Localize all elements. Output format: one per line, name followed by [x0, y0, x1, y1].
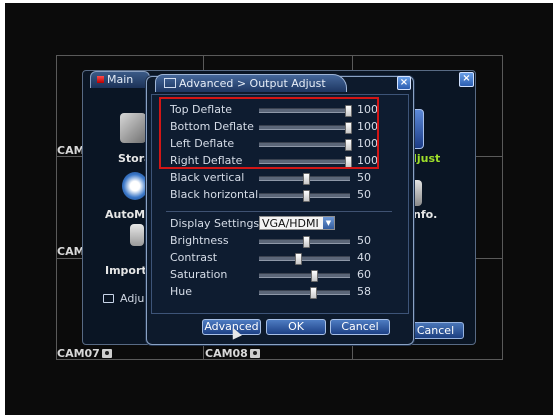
menu-item-info[interactable]: nfo. [413, 208, 437, 221]
label-saturation: Saturation [170, 268, 228, 281]
camera-label-cam08: CAM08 [205, 348, 260, 360]
window-icon [164, 78, 176, 88]
label-black-horizontal: Black horizontal [170, 188, 259, 201]
value-hue: 58 [357, 285, 371, 298]
automaintain-icon[interactable] [122, 172, 148, 200]
slider-saturation[interactable] [259, 270, 350, 282]
cancel-button[interactable]: Cancel [330, 319, 390, 335]
display-settings-select[interactable]: VGA/HDMI ▼ [259, 216, 335, 230]
value-contrast: 40 [357, 251, 371, 264]
value-saturation: 60 [357, 268, 371, 281]
grid-line [56, 55, 503, 56]
label-hue: Hue [170, 285, 193, 298]
main-menu-title: Main [90, 71, 150, 88]
storage-icon[interactable] [120, 113, 146, 143]
slider-handle[interactable] [303, 190, 310, 202]
value-black-vertical: 50 [357, 171, 371, 184]
camera-icon [101, 349, 112, 358]
slider-handle[interactable] [311, 270, 319, 282]
label-black-vertical: Black vertical [170, 171, 245, 184]
display-settings-label: Display Settings [170, 217, 260, 230]
dialog-title-text: Advanced > Output Adjust [179, 77, 326, 90]
slider-handle[interactable] [303, 173, 310, 185]
slider-brightness[interactable] [259, 236, 350, 248]
camera-label-cam07: CAM07 [57, 348, 112, 360]
grid-line [56, 359, 503, 360]
menu-item-adjust-small[interactable]: Adju [120, 292, 144, 305]
slider-handle[interactable] [309, 287, 317, 299]
slider-hue[interactable] [259, 287, 350, 299]
grid-line [56, 55, 57, 360]
ok-button[interactable]: OK [266, 319, 326, 335]
slider-handle[interactable] [303, 236, 310, 248]
chevron-down-icon[interactable]: ▼ [323, 217, 334, 229]
slider-contrast[interactable] [259, 253, 350, 265]
slider-black-vertical[interactable] [259, 173, 350, 185]
slider-handle[interactable] [294, 253, 302, 265]
adjust-icon-small [103, 294, 114, 303]
label-brightness: Brightness [170, 234, 229, 247]
slider-black-horizontal[interactable] [259, 190, 350, 202]
menu-icon [97, 76, 104, 83]
main-close-button[interactable]: × [459, 72, 474, 87]
camera-label: CAM [57, 245, 85, 258]
camera-label-text: CAM08 [205, 347, 248, 360]
label-contrast: Contrast [170, 251, 218, 264]
main-cancel-button[interactable]: Cancel [407, 322, 464, 339]
import-export-icon[interactable] [130, 224, 144, 246]
camera-label: CAM [57, 144, 85, 157]
camera-icon [249, 349, 260, 358]
main-menu-title-text: Main [107, 73, 134, 86]
close-button[interactable]: × [397, 76, 411, 90]
display-settings-value: VGA/HDMI [262, 217, 319, 230]
divider [166, 211, 392, 212]
dialog-title: Advanced > Output Adjust [155, 74, 347, 92]
value-black-horizontal: 50 [357, 188, 371, 201]
camera-label-text: CAM07 [57, 347, 100, 360]
value-brightness: 50 [357, 234, 371, 247]
grid-line [502, 55, 503, 360]
deflate-highlight-box [159, 97, 379, 169]
